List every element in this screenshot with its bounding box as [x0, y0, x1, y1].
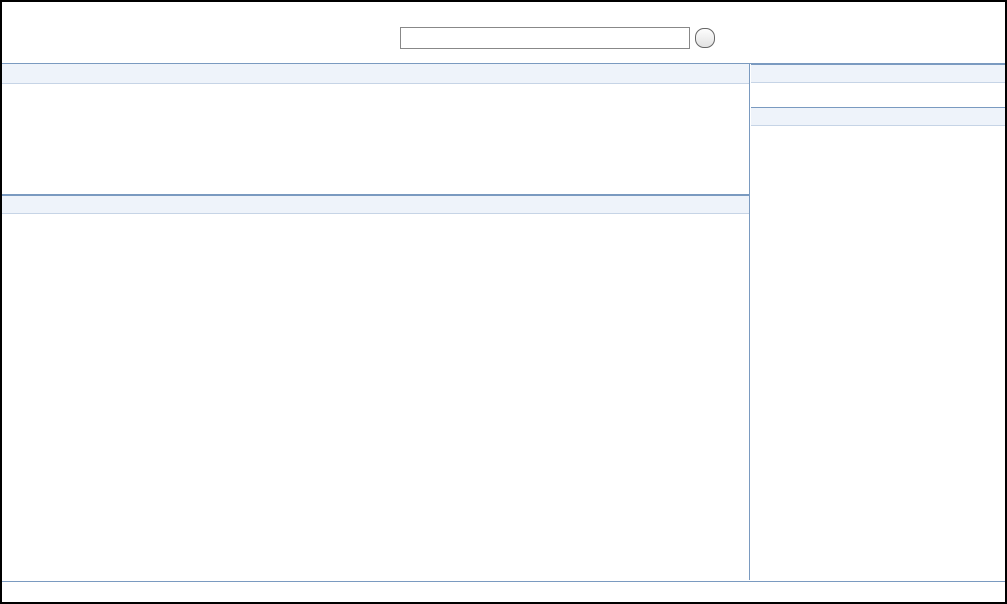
top-bar	[2, 2, 1005, 64]
left-column	[2, 64, 750, 580]
right-column	[751, 64, 1005, 580]
search-area	[400, 27, 715, 49]
search-button[interactable]	[695, 28, 715, 48]
photo-details-body	[751, 126, 1005, 139]
tagexplorer-app	[0, 0, 1007, 604]
help-header	[751, 64, 1005, 83]
tag-cloud	[2, 84, 749, 195]
photo-results-grid	[2, 214, 749, 580]
photo-details-header	[751, 107, 1005, 126]
photo-results-header	[2, 195, 749, 214]
help-body	[751, 83, 1005, 101]
footer	[2, 581, 1005, 602]
search-input[interactable]	[400, 27, 690, 49]
query-bar	[2, 64, 749, 84]
